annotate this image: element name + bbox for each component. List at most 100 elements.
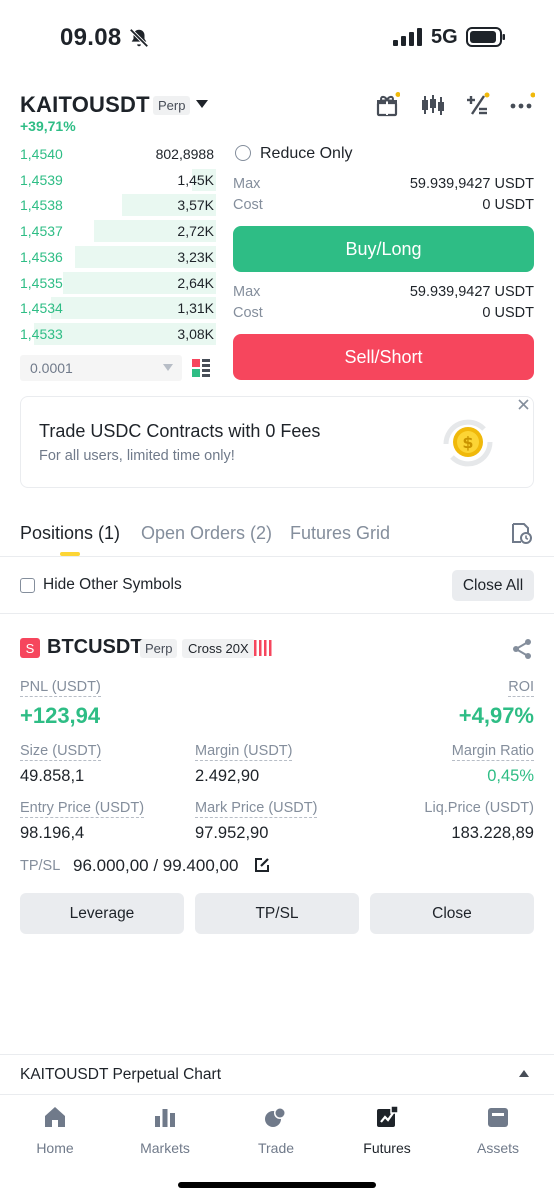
network-type: 5G: [431, 26, 458, 48]
gift-icon[interactable]: [374, 92, 400, 118]
nav-assets-label: Assets: [476, 1140, 519, 1156]
orderbook-qty: 2,64K: [177, 274, 214, 291]
orderbook-row[interactable]: 1,4539 1,45K: [20, 167, 216, 193]
orderbook-qty: 1,45K: [177, 171, 214, 188]
orderbook-qty: 1,31K: [177, 300, 214, 317]
orderbook-row[interactable]: 1,4534 1,31K: [20, 295, 216, 321]
share-icon[interactable]: [511, 638, 533, 660]
promo-subtitle: For all users, limited time only!: [39, 448, 235, 464]
orderbook-row[interactable]: 1,4538 3,57K: [20, 192, 216, 218]
status-time: 09.08: [60, 24, 122, 51]
pair-title[interactable]: KAITOUSDT: [20, 92, 150, 118]
more-icon[interactable]: [509, 92, 535, 118]
nav-futures-label: Futures: [363, 1140, 411, 1156]
divider: [0, 613, 554, 614]
orderbook-price: 1,4533: [20, 325, 63, 342]
trade-icon: [265, 1107, 286, 1127]
liq-price-value: 183.228,89: [451, 824, 534, 842]
divider: [0, 556, 554, 557]
tpsl-button[interactable]: TP/SL: [195, 893, 359, 934]
short-side-badge: S: [20, 638, 40, 658]
signal-icon: [393, 28, 422, 46]
pnl-label: PNL (USDT): [20, 679, 101, 697]
usdc-coin-icon: $: [443, 419, 493, 467]
orderbook-price: 1,4536: [20, 248, 63, 265]
sell-max-label: Max: [233, 284, 261, 300]
orderbook-row[interactable]: 1,4533 3,08K: [20, 321, 216, 347]
orderbook-row[interactable]: 1,4540 802,8988: [20, 141, 216, 167]
mark-price-label: Mark Price (USDT): [195, 800, 318, 818]
orderbook-row[interactable]: 1,4535 2,64K: [20, 270, 216, 296]
roi-label: ROI: [508, 679, 534, 697]
wallet-icon: [488, 1108, 508, 1127]
tab-futures-grid[interactable]: Futures Grid: [290, 523, 390, 544]
entry-price-value: 98.196,4: [20, 824, 85, 842]
orderbook-row[interactable]: 1,4537 2,72K: [20, 218, 216, 244]
orderbook-price: 1,4534: [20, 300, 63, 317]
hide-other-symbols-checkbox[interactable]: [20, 578, 35, 593]
tab-open-orders[interactable]: Open Orders (2): [141, 523, 272, 544]
size-label: Size (USDT): [20, 743, 102, 761]
mark-price-value: 97.952,90: [195, 824, 269, 842]
caret-down-icon[interactable]: [196, 99, 208, 109]
roi-value: +4,97%: [458, 703, 534, 728]
margin-label: Margin (USDT): [195, 743, 293, 761]
edit-icon[interactable]: [254, 857, 270, 873]
reduce-only-label[interactable]: Reduce Only: [260, 145, 353, 163]
orderbook-price: 1,4537: [20, 223, 63, 240]
svg-text:$: $: [462, 433, 473, 452]
buy-cost-label: Cost: [233, 197, 263, 213]
promo-title: Trade USDC Contracts with 0 Fees: [39, 421, 321, 441]
orderbook-qty: 3,57K: [177, 197, 214, 214]
candlestick-icon[interactable]: [419, 92, 445, 118]
close-all-button[interactable]: Close All: [452, 570, 534, 601]
caret-up-icon[interactable]: [519, 1070, 529, 1078]
liq-price-label: Liq.Price (USDT): [424, 800, 534, 816]
nav-home[interactable]: Home: [0, 1100, 110, 1160]
chart-toggle-label[interactable]: KAITOUSDT Perpetual Chart: [20, 1066, 221, 1084]
close-position-button[interactable]: Close: [370, 893, 534, 934]
orderbook-qty: 3,23K: [177, 248, 214, 265]
home-indicator: [178, 1182, 376, 1188]
sell-cost-label: Cost: [233, 305, 263, 321]
orderbook-qty: 3,08K: [177, 325, 214, 342]
caret-down-icon[interactable]: [163, 364, 173, 372]
risk-level-icon: [254, 640, 272, 656]
nav-trade-label: Trade: [257, 1140, 295, 1156]
tick-size-select[interactable]: 0.0001: [20, 355, 182, 381]
nav-futures[interactable]: Futures: [332, 1100, 442, 1160]
entry-price-label: Entry Price (USDT): [20, 800, 145, 818]
nav-trade[interactable]: Trade: [221, 1100, 331, 1160]
nav-home-label: Home: [36, 1140, 74, 1156]
position-symbol[interactable]: BTCUSDT: [47, 636, 143, 659]
perp-tag: Perp: [153, 96, 191, 115]
buy-long-button[interactable]: Buy/Long: [233, 226, 534, 272]
orderbook-qty: 2,72K: [177, 223, 214, 240]
tab-positions[interactable]: Positions (1): [20, 523, 120, 544]
divider: [0, 1054, 554, 1055]
bell-muted-icon: [129, 28, 149, 48]
nav-assets[interactable]: Assets: [443, 1100, 553, 1160]
sell-short-button[interactable]: Sell/Short: [233, 334, 534, 380]
markets-icon: [155, 1109, 175, 1127]
divider: [0, 1094, 554, 1095]
leverage-button[interactable]: Leverage: [20, 893, 184, 934]
order-history-icon[interactable]: [510, 522, 532, 544]
buy-max-value: 59.939,9427 USDT: [409, 176, 534, 192]
nav-markets-label: Markets: [140, 1140, 190, 1156]
futures-icon: [377, 1105, 399, 1127]
margin-mode-tag: Cross 20X: [182, 639, 255, 658]
tpsl-label: TP/SL: [20, 858, 61, 874]
nav-markets[interactable]: Markets: [110, 1100, 220, 1160]
margin-value: 2.492,90: [195, 767, 260, 785]
orderbook-row[interactable]: 1,4536 3,23K: [20, 244, 216, 270]
close-icon[interactable]: [518, 399, 529, 410]
margin-ratio-label: Margin Ratio: [451, 743, 534, 761]
orderbook-price: 1,4540: [20, 146, 63, 162]
position-perp-tag: Perp: [140, 639, 178, 658]
calculator-icon[interactable]: [464, 92, 490, 118]
reduce-only-radio[interactable]: [235, 145, 251, 161]
price-change: +39,71%: [20, 118, 76, 134]
orderbook-layout-icon[interactable]: [191, 358, 211, 378]
hide-other-symbols-label[interactable]: Hide Other Symbols: [43, 576, 182, 594]
